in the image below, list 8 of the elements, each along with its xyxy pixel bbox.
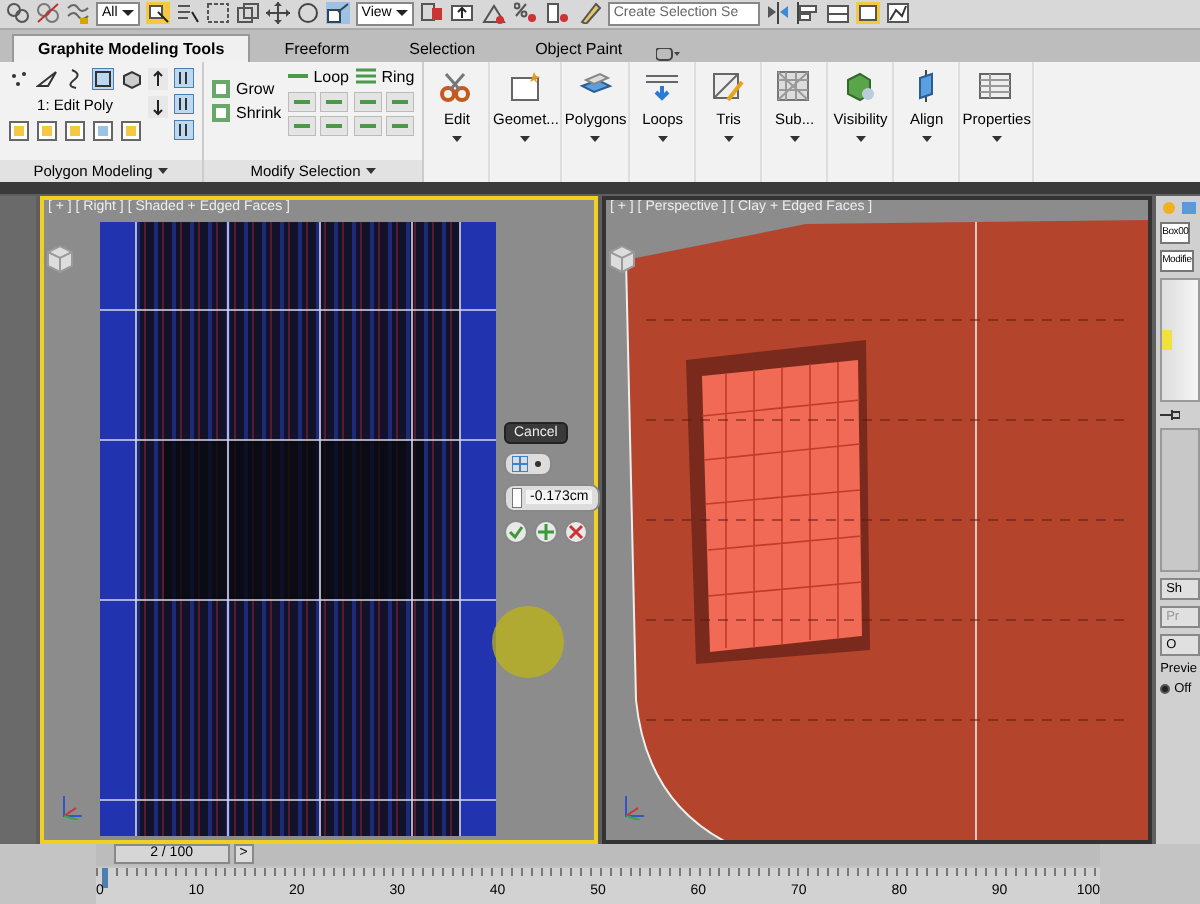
grow-button[interactable]: Grow	[212, 79, 275, 98]
ring-button[interactable]: Ring	[355, 67, 415, 86]
ribbon-tab[interactable]: Object Paint	[509, 33, 649, 62]
ribbon-tab[interactable]: Selection	[383, 33, 502, 62]
ribbon-tab[interactable]: Freeform	[258, 33, 376, 62]
ribbon-tab[interactable]: Graphite Modeling Tools	[12, 33, 251, 62]
loop-button[interactable]: Loop	[287, 67, 349, 86]
shrink-button[interactable]: Shrink	[212, 103, 282, 122]
